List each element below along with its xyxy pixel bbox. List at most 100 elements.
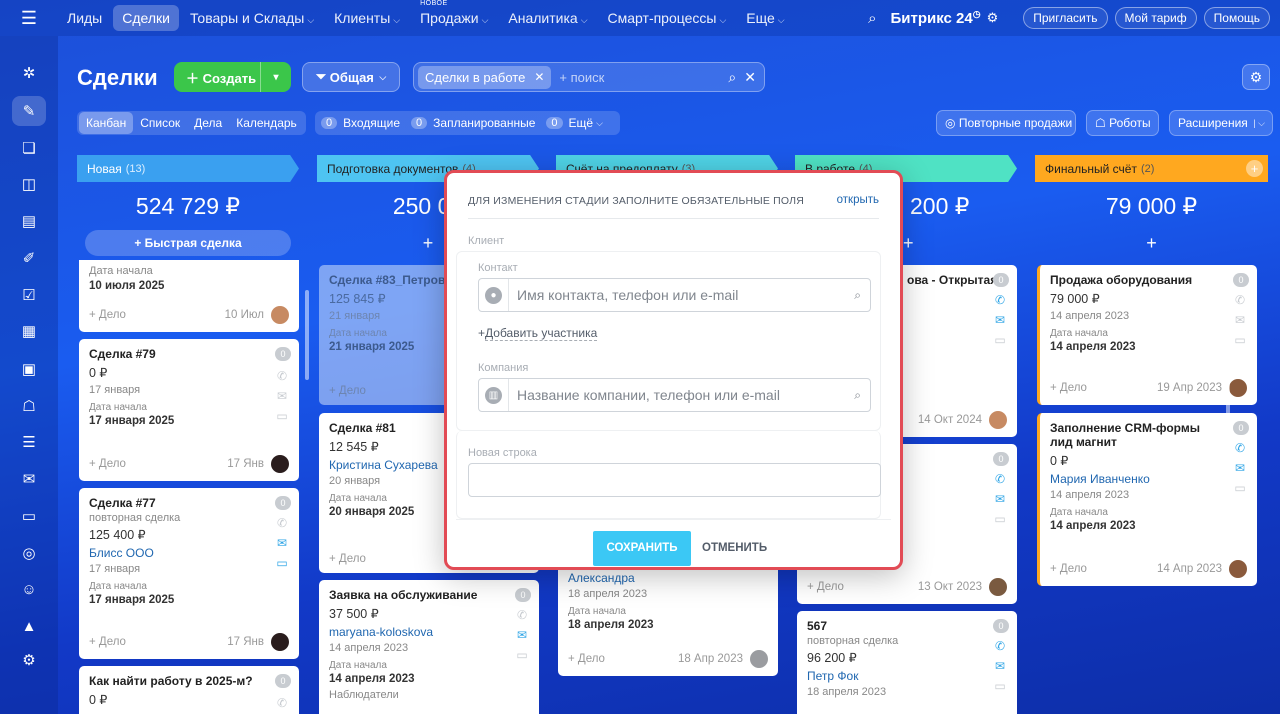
add-activity-link[interactable]: + Дело (807, 581, 844, 593)
contact-card-icon[interactable]: ▣ (12, 354, 46, 384)
settings-gear-button[interactable]: ⚙ (1242, 64, 1270, 90)
card-title[interactable]: 567 (807, 619, 977, 633)
mail-icon[interactable]: ✉ (1233, 313, 1247, 327)
company-input[interactable]: ▥ Название компании, телефон или e-mail … (478, 378, 871, 412)
users-icon[interactable]: ☺ (12, 574, 46, 604)
storage-icon[interactable]: ◫ (12, 169, 46, 199)
chat-icon[interactable]: ▭ (993, 679, 1007, 693)
deal-card[interactable]: 0 Сделка #77 повторная сделка 125 400 ₽ … (79, 488, 299, 659)
add-participant-link[interactable]: +Добавить участника (478, 326, 598, 341)
chat-icon[interactable]: ▭ (275, 556, 289, 570)
add-activity-link[interactable]: + Дело (1050, 382, 1087, 394)
add-activity-link[interactable]: + Дело (568, 653, 605, 665)
tasks-icon[interactable]: ☑ (12, 280, 46, 310)
counter-incoming[interactable]: 0 Входящие (321, 116, 400, 130)
filter-chip[interactable]: Сделки в работе ✕ (418, 65, 552, 89)
chat-icon[interactable]: ▭ (515, 648, 529, 662)
card-title[interactable]: Заявка на обслуживание (329, 588, 499, 602)
mail-icon[interactable]: ✉ (275, 536, 289, 550)
repeat-sales-button[interactable]: ◎ Повторные продажи (936, 110, 1076, 136)
card-company-link[interactable]: Блисс ООО (89, 546, 289, 560)
chat-icon[interactable]: ▭ (1233, 481, 1247, 495)
column-header[interactable]: Финальный счёт (2) + (1035, 155, 1268, 182)
avatar[interactable] (1229, 379, 1247, 397)
column-scrollbar[interactable] (1226, 290, 1230, 540)
add-column-plus-icon[interactable]: + (1246, 160, 1263, 177)
avatar[interactable] (1229, 560, 1247, 578)
search-icon[interactable]: ⌕ (854, 288, 861, 303)
robots-button[interactable]: ☖ Роботы (1086, 110, 1159, 136)
phone-icon[interactable]: ✆ (1233, 293, 1247, 307)
phone-icon[interactable]: ✆ (993, 639, 1007, 653)
add-activity-link[interactable]: + Дело (329, 385, 366, 397)
close-icon[interactable]: ✕ (534, 70, 544, 84)
card-title[interactable]: Сделка #77 (89, 496, 259, 510)
view-calendar[interactable]: Календарь (229, 112, 304, 134)
topnav-clients[interactable]: Клиенты ⌵ (325, 5, 409, 31)
avatar[interactable] (271, 633, 289, 651)
card-contact-link[interactable]: maryana-koloskova (329, 625, 529, 639)
chat-icon[interactable]: ▭ (993, 333, 1007, 347)
calendar-icon[interactable]: ▦ (12, 316, 46, 346)
chat-icon[interactable]: ❏ (12, 133, 46, 163)
add-activity-link[interactable]: + Дело (89, 458, 126, 470)
deal-card[interactable]: 0 Сделка #79 0 ₽ 17 января ✆ ✉ ▭ Дата на… (79, 339, 299, 481)
chat-icon[interactable]: ▭ (993, 512, 1007, 526)
deal-card[interactable]: 0 Продажа оборудования 79 000 ₽ 14 апрел… (1037, 265, 1257, 405)
filter-search-bar[interactable]: Сделки в работе ✕ + поиск ⌕ ✕ (413, 62, 765, 92)
view-list[interactable]: Список (133, 112, 187, 134)
mail-icon[interactable]: ✉ (275, 389, 289, 403)
add-activity-link[interactable]: + Дело (89, 309, 126, 321)
cancel-button[interactable]: ОТМЕНИТЬ (702, 531, 767, 566)
deal-card[interactable]: 0 Заполнение CRM-формы лид магнит 0 ₽ Ма… (1037, 413, 1257, 586)
avatar[interactable] (271, 306, 289, 324)
tariff-button[interactable]: Мой тариф (1114, 7, 1197, 29)
deal-card[interactable]: 0 Как найти работу в 2025-м? 0 ₽ ✆ (79, 666, 299, 714)
chat-icon[interactable]: ▭ (1233, 333, 1247, 347)
search-icon[interactable]: ⌕ (854, 388, 861, 403)
chat-icon[interactable]: ▭ (275, 409, 289, 423)
phone-icon[interactable]: ✆ (515, 608, 529, 622)
column-scrollbar[interactable] (305, 290, 309, 380)
phone-icon[interactable]: ✆ (275, 516, 289, 530)
chevron-down-icon[interactable]: ▾ (260, 62, 291, 92)
settings-icon[interactable]: ⚙ (12, 645, 46, 675)
sliders-icon[interactable]: ⚙ (987, 10, 999, 26)
avatar[interactable] (750, 650, 768, 668)
topnav-products[interactable]: Товары и Склады ⌵ (181, 5, 323, 31)
counter-planned[interactable]: 0 Запланированные (411, 116, 535, 130)
topnav-analytics[interactable]: Аналитика ⌵ (499, 5, 596, 31)
brand-logo[interactable]: Битрикс 24◷ (890, 9, 980, 27)
mail-icon[interactable]: ✉ (993, 659, 1007, 673)
deal-card[interactable]: 0 567 повторная сделка 96 200 ₽ Петр Фок… (797, 611, 1017, 714)
quick-deal-button[interactable]: + Быстрая сделка (85, 230, 291, 256)
deal-card[interactable]: Александра 18 апреля 2023 Дата начала 18… (558, 555, 778, 676)
phone-icon[interactable]: ✆ (993, 472, 1007, 486)
card-title[interactable]: Продажа оборудования (1050, 273, 1220, 287)
add-activity-link[interactable]: + Дело (329, 553, 366, 565)
open-link[interactable]: открыть (837, 194, 879, 206)
phone-icon[interactable]: ✆ (993, 293, 1007, 307)
invite-button[interactable]: Пригласить (1023, 7, 1108, 29)
robot-icon[interactable]: ☖ (12, 391, 46, 421)
topnav-leads[interactable]: Лиды (58, 5, 111, 31)
counter-more[interactable]: 0 Ещё ⌵ (546, 116, 603, 130)
mail-icon[interactable]: ✉ (993, 313, 1007, 327)
card-contact-link[interactable]: Александра (568, 571, 768, 585)
column-header[interactable]: Новая (13) (77, 155, 299, 182)
topnav-more[interactable]: Еще ⌵ (737, 5, 793, 31)
avatar[interactable] (271, 455, 289, 473)
pen-icon[interactable]: ✐ (12, 243, 46, 273)
card-contact-link[interactable]: Мария Иванченко (1050, 472, 1247, 486)
card-title[interactable]: Сделка #79 (89, 347, 259, 361)
crm-icon[interactable]: ✎ (12, 96, 46, 126)
terminal-icon[interactable]: ▭ (12, 501, 46, 531)
avatar[interactable] (989, 411, 1007, 429)
menu-burger-icon[interactable]: ☰ (0, 0, 58, 36)
search-icon[interactable]: ⌕ (868, 10, 876, 27)
search-icon[interactable]: ⌕ (728, 69, 736, 86)
view-activities[interactable]: Дела (187, 112, 229, 134)
lock-icon[interactable]: ▲ (12, 611, 46, 641)
mail-icon[interactable]: ✉ (993, 492, 1007, 506)
card-contact-link[interactable]: Петр Фок (807, 669, 1007, 683)
